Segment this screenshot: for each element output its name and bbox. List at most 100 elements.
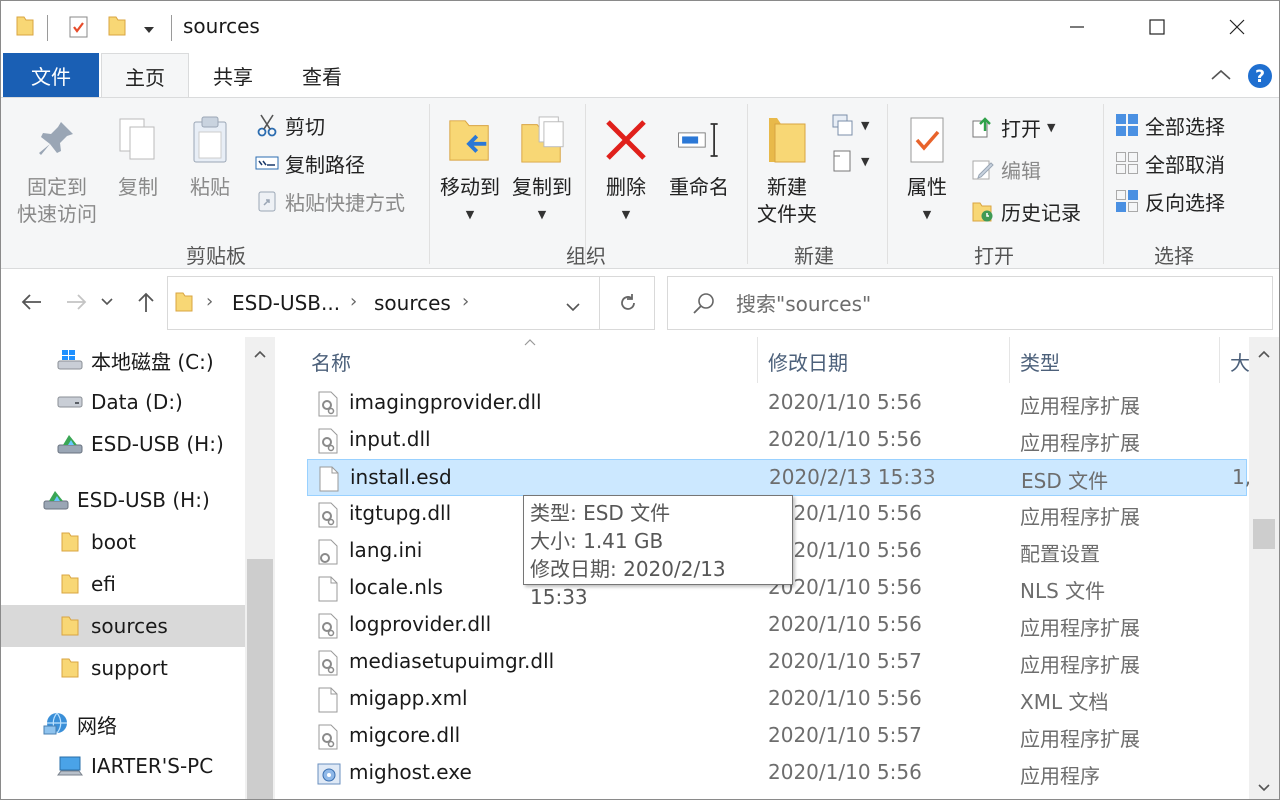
column-header-type[interactable]: 类型	[1020, 347, 1060, 376]
nav-item-esd-usb-h-root[interactable]: ESD-USB (H:)	[1, 479, 245, 521]
tab-share[interactable]: 共享	[193, 53, 273, 97]
dll-file-icon	[317, 613, 339, 639]
file-type: 应用程序扩展	[1020, 394, 1140, 418]
recent-locations-button[interactable]	[97, 287, 117, 317]
folder-icon	[15, 15, 35, 41]
file-name: migapp.xml	[349, 686, 468, 710]
file-type: 应用程序扩展	[1020, 653, 1140, 677]
nav-item-support[interactable]: support	[1, 647, 245, 689]
file-icon	[317, 576, 339, 602]
navigation-scroll-thumb[interactable]	[247, 559, 273, 799]
collapse-ribbon-icon[interactable]	[1209, 65, 1233, 89]
tab-home[interactable]: 主页	[101, 53, 189, 98]
select-none-button[interactable]: 全部取消	[1115, 148, 1225, 178]
copy-path-button[interactable]: 复制路径	[255, 148, 365, 178]
easy-access-button[interactable]: ▼	[831, 146, 869, 176]
invert-selection-button[interactable]: 反向选择	[1115, 186, 1225, 216]
chevron-right-icon[interactable]: ›	[350, 291, 357, 312]
new-folder-quick-icon[interactable]	[107, 15, 127, 41]
ribbon: 固定到 快速访问 复制 粘贴 剪切 复制路径 粘贴快捷方式 剪贴板 移动到 ▼ …	[1, 97, 1279, 269]
file-list-scroll-thumb[interactable]	[1253, 519, 1275, 549]
forward-button[interactable]	[61, 287, 91, 317]
delete-button[interactable]: 删除 ▼	[597, 112, 655, 228]
usb-drive-icon	[43, 488, 69, 512]
file-list-scrollbar[interactable]	[1249, 337, 1279, 799]
navigation-scrollbar[interactable]	[245, 337, 275, 799]
select-all-button[interactable]: 全部选择	[1115, 110, 1225, 140]
forward-arrow-icon	[67, 294, 87, 310]
nav-item-boot[interactable]: boot	[1, 521, 245, 563]
properties-button[interactable]: 属性 ▼	[897, 112, 957, 228]
edit-button[interactable]: 编辑	[971, 154, 1041, 184]
file-row[interactable]: logprovider.dll 2020/1/10 5:56 应用程序扩展	[307, 607, 1247, 644]
customize-toolbar-icon[interactable]	[141, 21, 157, 40]
close-button[interactable]	[1197, 1, 1277, 53]
paste-shortcut-button[interactable]: 粘贴快捷方式	[255, 186, 405, 216]
file-row[interactable]: input.dll 2020/1/10 5:56 应用程序扩展	[307, 422, 1247, 459]
back-button[interactable]	[17, 287, 47, 317]
file-row[interactable]: migapp.xml 2020/1/10 5:56 XML 文档	[307, 681, 1247, 718]
nav-item-data-d[interactable]: Data (D:)	[1, 381, 245, 423]
minimize-button[interactable]	[1037, 1, 1117, 53]
open-button[interactable]: 打开 ▼	[971, 112, 1055, 142]
up-button[interactable]	[131, 287, 161, 317]
column-header-name[interactable]: 名称	[311, 347, 351, 376]
nav-item-efi[interactable]: efi	[1, 563, 245, 605]
refresh-button[interactable]	[599, 277, 655, 329]
new-item-button[interactable]: ▼	[831, 110, 869, 140]
copy-button[interactable]: 复制	[105, 112, 171, 201]
properties-quick-icon[interactable]	[67, 15, 91, 43]
tab-view[interactable]: 查看	[281, 53, 363, 97]
file-row[interactable]: migcore.dll 2020/1/10 5:57 应用程序扩展	[307, 718, 1247, 755]
history-button[interactable]: 历史记录	[971, 196, 1081, 226]
search-icon	[692, 291, 716, 319]
file-name: mediasetupuimgr.dll	[349, 649, 555, 673]
folder-icon	[174, 291, 194, 317]
address-bar[interactable]: › ESD-USB... › sources ›	[167, 276, 655, 330]
new-folder-button[interactable]: 新建 文件夹	[751, 112, 823, 228]
minimize-icon	[1070, 26, 1084, 28]
nav-item-network[interactable]: 网络	[1, 703, 245, 745]
title-bar: sources	[1, 1, 1279, 53]
search-input[interactable]	[736, 289, 1256, 319]
help-icon[interactable]: ?	[1247, 63, 1273, 93]
application-icon	[317, 761, 341, 787]
column-header-size[interactable]: 大	[1230, 347, 1250, 376]
paste-button[interactable]: 粘贴	[177, 112, 243, 201]
chevron-right-icon[interactable]: ›	[462, 291, 469, 312]
address-history-dropdown[interactable]	[566, 297, 580, 316]
dll-file-icon	[317, 650, 339, 676]
scissors-icon	[255, 113, 279, 137]
nav-item-local-disk-c[interactable]: 本地磁盘 (C:)	[1, 339, 245, 381]
file-row[interactable]: imagingprovider.dll 2020/1/10 5:56 应用程序扩展	[307, 385, 1247, 422]
breadcrumb-drive[interactable]: ESD-USB...	[232, 291, 340, 315]
file-row[interactable]: mediasetupuimgr.dll 2020/1/10 5:57 应用程序扩展	[307, 644, 1247, 681]
copy-to-button[interactable]: 复制到 ▼	[507, 112, 577, 228]
file-name: logprovider.dll	[349, 612, 492, 636]
dll-file-icon	[317, 391, 339, 417]
breadcrumb-sources[interactable]: sources	[374, 291, 451, 315]
tab-file[interactable]: 文件	[3, 53, 99, 97]
up-arrow-icon	[138, 292, 154, 312]
file-type: NLS 文件	[1020, 579, 1106, 603]
nav-item-esd-usb-h[interactable]: ESD-USB (H:)	[1, 423, 245, 465]
nav-item-sources[interactable]: sources	[1, 605, 245, 647]
file-type: 应用程序扩展	[1020, 505, 1140, 529]
search-box[interactable]	[667, 276, 1273, 330]
file-row[interactable]: install.esd 2020/2/13 15:33 ESD 文件 1,	[307, 459, 1251, 496]
move-to-button[interactable]: 移动到 ▼	[435, 112, 505, 228]
column-header-date[interactable]: 修改日期	[768, 347, 848, 376]
file-row[interactable]: mighost.exe 2020/1/10 5:56 应用程序	[307, 755, 1247, 792]
maximize-button[interactable]	[1117, 1, 1197, 53]
computer-icon	[57, 754, 83, 778]
file-date: 2020/1/10 5:56	[768, 760, 922, 784]
pin-to-quick-access-button[interactable]: 固定到 快速访问	[9, 112, 105, 228]
rename-button[interactable]: 重命名	[665, 112, 733, 201]
new-item-icon	[831, 113, 855, 137]
nav-item-iarters-pc[interactable]: IARTER'S-PC	[1, 745, 245, 787]
file-date: 2020/2/13 15:33	[769, 465, 936, 489]
invert-selection-icon	[1115, 189, 1139, 213]
scroll-up-icon	[254, 350, 266, 358]
chevron-right-icon[interactable]: ›	[206, 291, 213, 312]
cut-button[interactable]: 剪切	[255, 110, 325, 140]
